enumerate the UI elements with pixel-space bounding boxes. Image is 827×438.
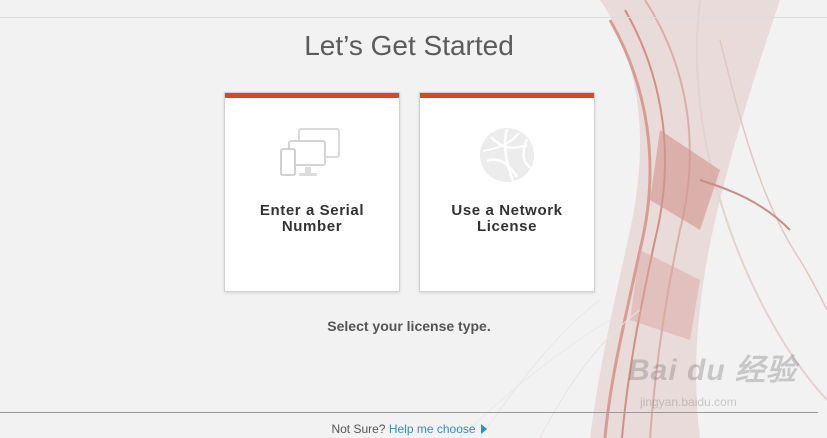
devices-icon [280,128,340,176]
watermark-main: Bai du 经验 [628,354,798,387]
serial-label-line2: Number [281,218,343,235]
footer: Not Sure? Help me choose [0,422,818,436]
serial-label-line1: Enter a Serial [259,202,365,219]
top-divider [0,17,827,18]
baidu-watermark: Bai du 经验 jingyan.baidu.com [628,345,798,409]
card-accent-bar [420,93,594,98]
watermark-sub: jingyan.baidu.com [640,395,737,409]
instruction-text: Select your license type. [327,318,491,334]
network-license-label: Use a Network License [420,203,594,235]
serial-number-label: Enter a Serial Number [225,203,399,235]
network-label-line2: License [476,218,538,235]
bottom-divider [0,412,818,413]
card-accent-bar [225,93,399,98]
serial-number-option-card[interactable]: Enter a Serial Number [224,92,400,292]
not-sure-text: Not Sure? [331,422,386,436]
help-me-choose-link[interactable]: Help me choose [389,422,487,436]
network-license-option-card[interactable]: Use a Network License [419,92,595,292]
page-title: Let’s Get Started [304,30,514,61]
network-label-line1: Use a Network [451,202,563,219]
chevron-right-icon [480,424,487,434]
network-globe-icon [480,128,534,182]
help-link-label: Help me choose [388,422,476,436]
